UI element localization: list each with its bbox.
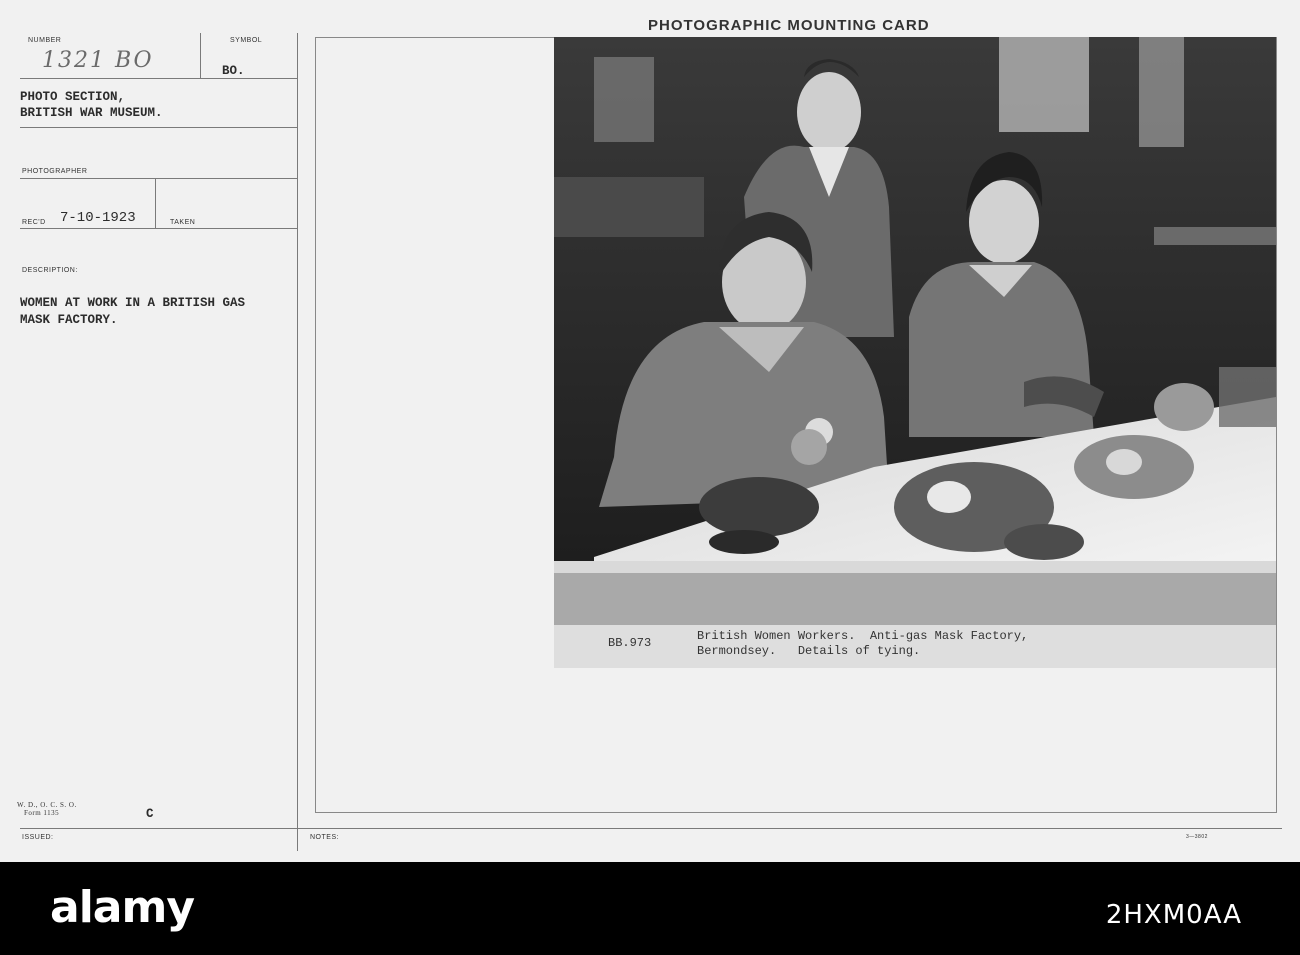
recd-value: 7-10-1923 [60, 210, 136, 226]
photo-caption-box: BB.973 British Women Workers. Anti-gas M… [554, 625, 1276, 668]
description-line-2: MASK FACTORY. [20, 313, 118, 327]
print-code: 3—3802 [1186, 834, 1208, 840]
section-line-2: BRITISH WAR MUSEUM. [20, 106, 163, 120]
recd-divider [155, 178, 156, 228]
watermark-brand: alamy [50, 882, 195, 933]
recd-label: REC'D [22, 219, 46, 226]
card-title: PHOTOGRAPHIC MOUNTING CARD [648, 17, 930, 34]
issued-label: ISSUED: [22, 834, 54, 841]
vertical-divider [297, 33, 298, 851]
form-letter: C [146, 807, 154, 821]
taken-label: TAKEN [170, 219, 196, 226]
notes-label: NOTES: [310, 834, 340, 841]
symbol-label: SYMBOL [230, 37, 263, 44]
symbol-value: BO. [222, 64, 245, 78]
form-line-2: Form 1135 [24, 809, 60, 817]
description-label: DESCRIPTION: [22, 267, 78, 274]
photographer-rule [20, 178, 297, 179]
caption-line-1: British Women Workers. Anti-gas Mask Fac… [697, 629, 1029, 643]
caption-code: BB.973 [608, 636, 652, 650]
form-line-1: W. D., O. C. S. O. [17, 801, 77, 809]
section-line-1: PHOTO SECTION, [20, 90, 126, 104]
section-rule [20, 127, 297, 128]
number-rule [20, 78, 297, 79]
photographer-label: PHOTOGRAPHER [22, 168, 88, 175]
number-value: 1321 BO [42, 48, 154, 73]
recd-rule [20, 228, 297, 229]
mounting-card: NUMBER 1321 BO SYMBOL BO. PHOTO SECTION,… [0, 0, 1300, 862]
number-label: NUMBER [28, 37, 62, 44]
watermark-image-id: 2HXM0AA [1105, 900, 1242, 930]
caption-line-2: Bermondsey. Details of tying. [697, 644, 921, 658]
photo-lower-strip [554, 561, 1276, 573]
photo-gray-band [554, 573, 1276, 625]
photo-illustration [554, 37, 1276, 561]
description-line-1: WOMEN AT WORK IN A BRITISH GAS [20, 296, 246, 310]
factory-photograph [554, 37, 1276, 561]
footer-rule [20, 828, 1282, 829]
symbol-divider [200, 33, 201, 78]
